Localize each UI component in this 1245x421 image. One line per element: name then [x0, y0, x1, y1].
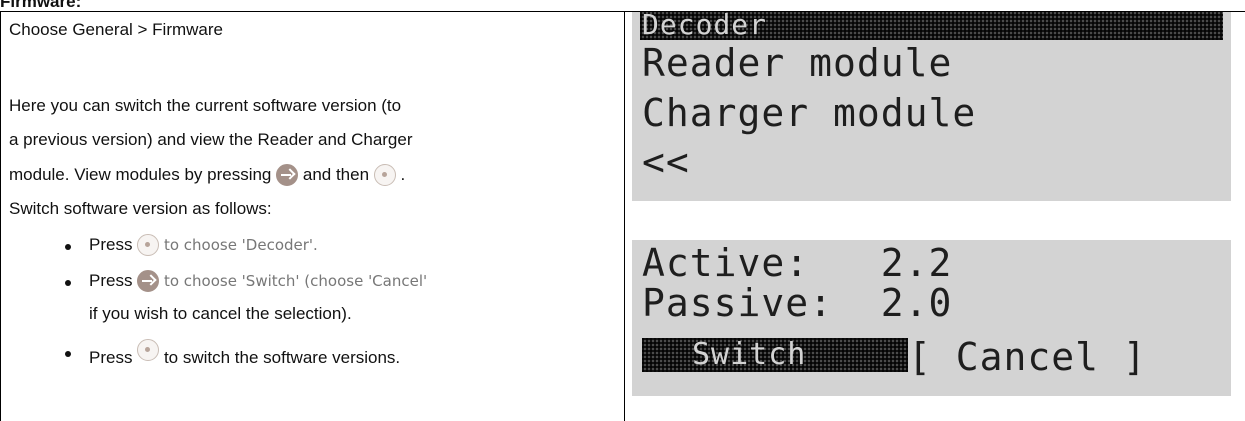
- bullet-2: Press to choose 'Switch' (choose 'Cancel…: [89, 270, 427, 292]
- table-border-left: [0, 11, 1, 421]
- instruction-para-2: a previous version) and view the Reader …: [9, 130, 413, 149]
- arrow-right-icon: [137, 270, 160, 292]
- lcd-cancel-option: [ Cancel ]: [908, 335, 1147, 379]
- bullet-2-pre: Press: [89, 271, 133, 290]
- bullet-1-pre: Press: [89, 235, 133, 254]
- bullet-1: Press to choose 'Decoder'.: [89, 234, 318, 256]
- bullet-dot: [65, 244, 71, 250]
- bullet-2-post: to choose 'Switch' (choose 'Cancel': [163, 272, 428, 290]
- lcd-row-charger-module: Charger module: [642, 91, 977, 135]
- para3-text-c: .: [400, 165, 406, 184]
- select-center-icon: [137, 339, 160, 361]
- arrow-right-icon: [276, 164, 299, 186]
- instructions-panel: Choose General > Firmware Here you can s…: [9, 12, 620, 421]
- section-heading: Firmware:: [0, 0, 82, 11]
- para3-text-b: and then: [302, 165, 370, 184]
- bullet-2-cont: if you wish to cancel the selection).: [89, 304, 352, 323]
- lcd-switch-option: Switch: [692, 337, 807, 372]
- instruction-line-1: Choose General > Firmware: [9, 20, 224, 39]
- select-center-icon: [373, 164, 396, 186]
- para3-text-a: module. View modules by pressing: [9, 165, 272, 184]
- lcd-row-passive: Passive: 2.0: [642, 281, 953, 325]
- select-center-icon: [137, 234, 160, 256]
- lcd-screen-switch: Active: 2.2 Passive: 2.0 Switch [ Cancel…: [632, 240, 1231, 396]
- bullet-dot: [65, 280, 71, 286]
- instruction-para-1: Here you can switch the current software…: [9, 96, 402, 115]
- table-divider: [624, 11, 625, 421]
- instruction-para-3: module. View modules by pressing and the…: [9, 164, 405, 186]
- instruction-para-4: Switch software version as follows:: [9, 199, 272, 218]
- lcd-row-active: Active: 2.2: [642, 241, 953, 285]
- bullet-1-post: to choose 'Decoder'.: [163, 236, 318, 254]
- bullet-dot: [65, 351, 71, 357]
- lcd-row-reader-module: Reader module: [642, 41, 953, 85]
- lcd-row-back: <<: [642, 140, 690, 184]
- lcd-screen-menu: Decoder Reader module Charger module <<: [632, 12, 1231, 201]
- bullet-3: Press to switch the software versions.: [89, 339, 400, 368]
- lcd-header-decoder: Decoder: [642, 12, 768, 41]
- bullet-3-post: to switch the software versions.: [163, 348, 401, 367]
- bullet-3-pre: Press: [89, 348, 133, 367]
